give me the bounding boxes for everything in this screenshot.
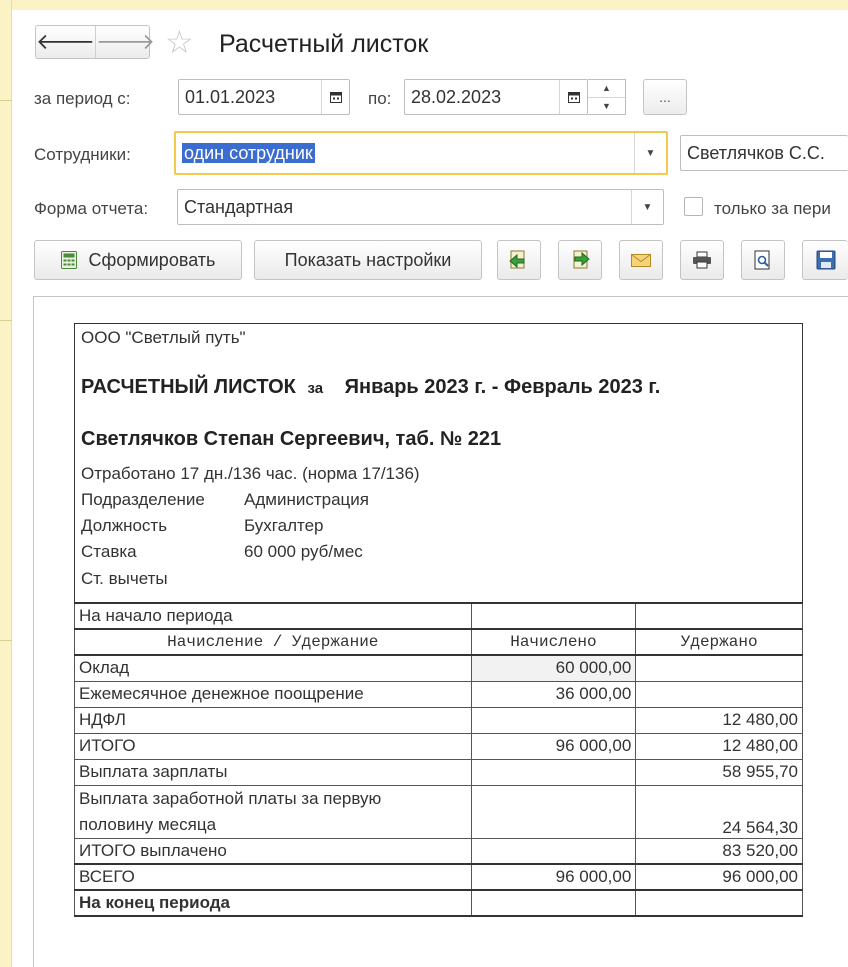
table-row: Оклад 60 000,00	[74, 654, 803, 682]
employees-label: Сотрудники:	[34, 145, 131, 164]
spin-up-icon[interactable]: ▲	[588, 80, 625, 97]
period-to-label: по:	[368, 89, 392, 108]
column-header: Начислено	[470, 628, 637, 656]
arrow-left-icon: 🡐	[36, 29, 95, 54]
calculator-icon	[60, 251, 77, 269]
print-button[interactable]	[680, 240, 724, 280]
info-label: Ст. вычеты	[81, 569, 168, 588]
send-email-button[interactable]	[619, 240, 663, 280]
organization-name: ООО "Светлый путь"	[81, 328, 246, 347]
nav-group: 🡐 🡒	[35, 25, 155, 59]
payslip-table: На начало периода Начисление / Удержание…	[74, 602, 803, 917]
table-row: НДФЛ 12 480,00	[74, 706, 803, 734]
period-from-field[interactable]: 01.01.2023	[178, 79, 350, 115]
employee-full-name: Светлячков Степан Сергеевич, таб. № 221	[81, 428, 502, 450]
info-value: 60 000 руб/мес	[244, 542, 363, 561]
payslip-heading-za: за	[307, 380, 324, 397]
preview-button[interactable]	[741, 240, 785, 280]
payslip-heading: РАСЧЕТНЫЙ ЛИСТОК за Январь 2023 г. - Фев…	[81, 376, 660, 399]
table-header-row: Начисление / Удержание Начислено Удержан…	[74, 628, 803, 656]
info-label: Должность	[81, 516, 168, 535]
employee-field[interactable]: Светлячков С.С.	[680, 135, 848, 171]
calendar-icon[interactable]	[321, 80, 349, 114]
only-period-label: только за пери	[714, 199, 831, 218]
table-row: На начало периода	[74, 602, 803, 630]
page-title: Расчетный листок	[219, 30, 429, 58]
info-value: Администрация	[244, 490, 369, 509]
period-to-field[interactable]: 28.02.2023	[404, 79, 588, 115]
floppy-disk-icon	[816, 250, 835, 270]
info-value: Бухгалтер	[244, 516, 324, 535]
back-button[interactable]: 🡐	[36, 26, 95, 58]
period-from-value: 01.01.2023	[185, 86, 276, 107]
payslip-sheet: ООО "Светлый путь" РАСЧЕТНЫЙ ЛИСТОК за Я…	[74, 323, 803, 603]
forward-button[interactable]: 🡒	[95, 26, 155, 58]
print-preview-icon	[754, 250, 770, 270]
info-label: Подразделение	[81, 490, 205, 509]
worked-time: Отработано 17 дн./136 час. (норма 17/136…	[81, 464, 420, 483]
window-left-border	[0, 0, 12, 967]
table-row: На конец периода	[74, 889, 803, 917]
employees-mode-value: один сотрудник	[182, 142, 315, 163]
only-period-checkbox[interactable]	[684, 197, 703, 216]
period-spinner[interactable]: ▲ ▼	[588, 79, 626, 115]
table-row: Ежемесячное денежное поощрение 36 000,00	[74, 680, 803, 708]
save-settings-button[interactable]	[558, 240, 602, 280]
save-settings-icon	[573, 250, 590, 269]
table-row: ВСЕГО 96 000,00 96 000,00	[74, 863, 803, 891]
period-from-label: за период с:	[34, 89, 131, 108]
report-form-value: Стандартная	[184, 196, 294, 217]
load-settings-button[interactable]	[497, 240, 541, 280]
column-header: Начисление / Удержание	[74, 628, 472, 656]
dropdown-arrow-icon[interactable]: ▼	[631, 190, 663, 224]
period-end-cell: На конец периода	[74, 889, 472, 917]
save-file-button[interactable]	[802, 240, 848, 280]
generate-button-label: Сформировать	[88, 249, 216, 270]
printer-icon	[693, 251, 711, 269]
favorite-star-icon[interactable]: ☆	[165, 24, 194, 60]
table-row: Выплата зарплаты 58 955,70	[74, 758, 803, 786]
load-settings-icon	[509, 250, 525, 269]
column-header: Удержано	[635, 628, 803, 656]
period-start-cell: На начало периода	[74, 602, 472, 630]
generate-button[interactable]: Сформировать	[34, 240, 242, 280]
table-row: Выплата заработной платы за первую полов…	[74, 784, 803, 839]
employees-mode-select[interactable]: один сотрудник ▼	[174, 131, 668, 175]
dropdown-arrow-icon[interactable]: ▼	[634, 133, 666, 173]
calendar-icon[interactable]	[559, 80, 587, 114]
show-settings-button-label: Показать настройки	[284, 249, 452, 270]
payslip-heading-period: Январь 2023 г. - Февраль 2023 г.	[344, 376, 661, 398]
period-to-value: 28.02.2023	[411, 86, 502, 107]
report-form-select[interactable]: Стандартная ▼	[177, 189, 664, 225]
payslip-heading-title: РАСЧЕТНЫЙ ЛИСТОК	[81, 376, 296, 398]
spin-down-icon[interactable]: ▼	[588, 96, 625, 115]
info-label: Ставка	[81, 542, 137, 561]
table-row: ИТОГО 96 000,00 12 480,00	[74, 732, 803, 760]
table-row: ИТОГО выплачено 83 520,00	[74, 837, 803, 865]
employee-value: Светлячков С.С.	[687, 142, 825, 163]
envelope-icon	[631, 254, 651, 267]
arrow-right-icon: 🡒	[96, 29, 155, 54]
report-form-label: Форма отчета:	[34, 199, 149, 218]
show-settings-button[interactable]: Показать настройки	[254, 240, 482, 280]
period-more-button[interactable]: ...	[643, 79, 687, 115]
window-top-border	[0, 0, 848, 10]
